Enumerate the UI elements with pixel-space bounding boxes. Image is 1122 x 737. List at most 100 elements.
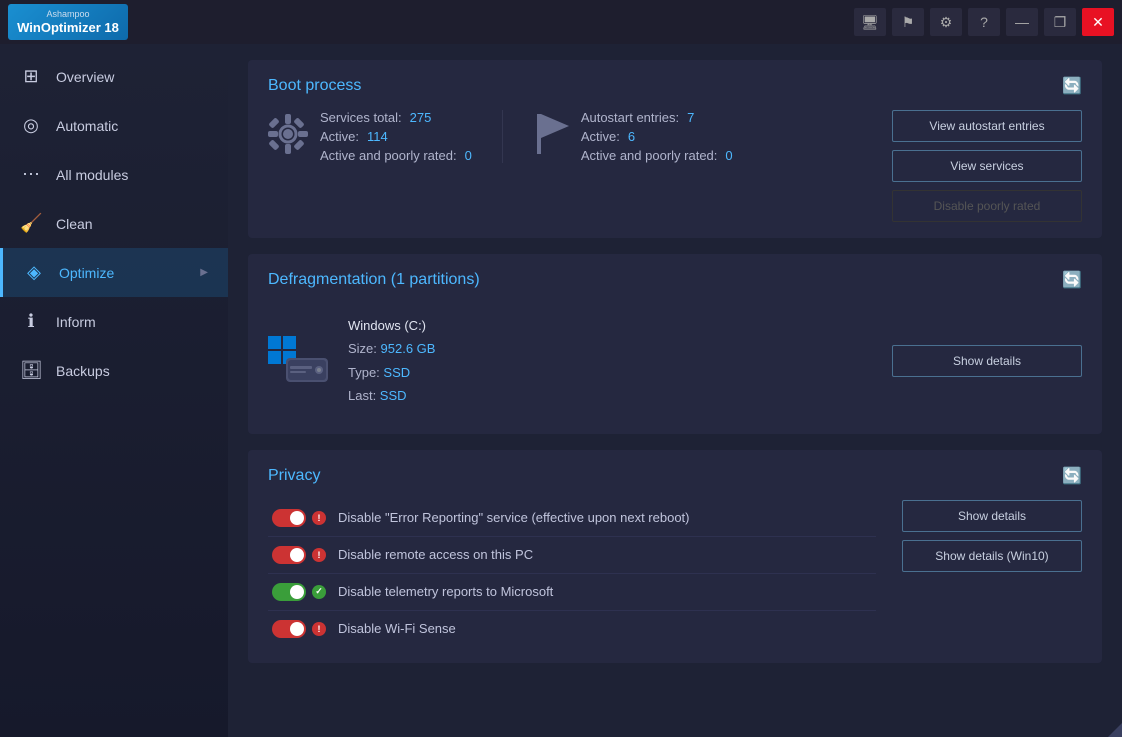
disable-poorly-button[interactable]: Disable poorly rated	[892, 190, 1082, 222]
defrag-show-details-button[interactable]: Show details	[892, 345, 1082, 377]
sidebar-label-optimize: Optimize	[59, 265, 114, 281]
services-stats: Services total: 275 Active: 114 Active a…	[320, 110, 472, 163]
autostart-entries-row: Autostart entries: 7	[581, 110, 733, 125]
privacy-header: Privacy 🔄	[268, 466, 1082, 486]
boot-process-title: Boot process	[268, 77, 361, 95]
minimize-button[interactable]: —	[1006, 8, 1038, 36]
overview-icon: ⊞	[20, 66, 42, 87]
privacy-item-wifi-sense: ! Disable Wi-Fi Sense	[268, 611, 876, 647]
privacy-refresh-icon[interactable]: 🔄	[1062, 466, 1082, 486]
privacy-items-list: ! Disable "Error Reporting" service (eff…	[268, 500, 876, 647]
wifi-sense-toggle[interactable]	[272, 620, 306, 638]
optimize-arrow-icon: ▶	[200, 267, 208, 278]
view-autostart-button[interactable]: View autostart entries	[892, 110, 1082, 142]
sidebar-item-inform[interactable]: ℹ Inform	[0, 297, 228, 346]
remote-access-toggle[interactable]	[272, 546, 306, 564]
sidebar-item-backups[interactable]: 🗄 Backups	[0, 346, 228, 395]
settings-button[interactable]: ⚙	[930, 8, 962, 36]
titlebar: Ashampoo WinOptimizer 18 🖥 ⚑ ⚙ ? — ❐ ✕	[0, 0, 1122, 44]
sidebar-item-all-modules[interactable]: ⋯ All modules	[0, 150, 228, 199]
autostart-flag-icon	[533, 114, 569, 162]
sidebar-item-optimize[interactable]: ◈ Optimize ▶	[0, 248, 228, 297]
vendor-name: Ashampoo	[46, 9, 89, 20]
services-poorly-label: Active and poorly rated:	[320, 148, 457, 163]
defrag-refresh-icon[interactable]: 🔄	[1062, 270, 1082, 290]
monitor-button[interactable]: 🖥	[854, 8, 886, 36]
autostart-entries-val: 7	[687, 110, 694, 125]
all-modules-icon: ⋯	[20, 164, 42, 185]
product-name: WinOptimizer 18	[17, 20, 119, 36]
autostart-active-label: Active:	[581, 129, 620, 144]
autostart-active-row: Active: 6	[581, 129, 733, 144]
wifi-sense-text: Disable Wi-Fi Sense	[338, 621, 872, 636]
telemetry-check-icon: ✓	[312, 585, 326, 599]
sidebar-item-clean[interactable]: 🧹 Clean	[0, 199, 228, 248]
inform-icon: ℹ	[20, 311, 42, 332]
remote-access-toggle-wrap: !	[272, 546, 326, 564]
autostart-poorly-label: Active and poorly rated:	[581, 148, 718, 163]
drive-name: Windows (C:)	[348, 314, 435, 337]
boot-process-section: Boot process 🔄	[248, 60, 1102, 238]
drive-type-row: Type: SSD	[348, 361, 435, 384]
stat-divider	[502, 110, 503, 163]
sidebar-item-overview[interactable]: ⊞ Overview	[0, 52, 228, 101]
error-reporting-toggle[interactable]	[272, 509, 306, 527]
drive-info: Windows (C:) Size: 952.6 GB Type: SSD La…	[268, 314, 435, 408]
privacy-show-details-button[interactable]: Show details	[902, 500, 1082, 532]
autostart-poorly-val: 0	[725, 148, 732, 163]
sidebar: ⊞ Overview ◎ Automatic ⋯ All modules 🧹 C…	[0, 44, 228, 737]
services-active-val: 114	[367, 129, 388, 144]
privacy-content: ! Disable "Error Reporting" service (eff…	[268, 500, 1082, 647]
defragmentation-section: Defragmentation (1 partitions) 🔄	[248, 254, 1102, 434]
optimize-icon: ◈	[23, 262, 45, 283]
sidebar-label-automatic: Automatic	[56, 118, 118, 134]
services-total-row: Services total: 275	[320, 110, 472, 125]
main-layout: ⊞ Overview ◎ Automatic ⋯ All modules 🧹 C…	[0, 44, 1122, 737]
logo-box: Ashampoo WinOptimizer 18	[8, 4, 128, 40]
privacy-item-remote-access: ! Disable remote access on this PC	[268, 537, 876, 574]
sidebar-item-automatic[interactable]: ◎ Automatic	[0, 101, 228, 150]
error-reporting-text: Disable "Error Reporting" service (effec…	[338, 510, 872, 525]
wifi-sense-warning-icon: !	[312, 622, 326, 636]
boot-buttons: View autostart entries View services Dis…	[892, 110, 1082, 222]
error-reporting-toggle-wrap: !	[272, 509, 326, 527]
privacy-show-details-win10-button[interactable]: Show details (Win10)	[902, 540, 1082, 572]
sidebar-label-all-modules: All modules	[56, 167, 128, 183]
flag-button[interactable]: ⚑	[892, 8, 924, 36]
view-services-button[interactable]: View services	[892, 150, 1082, 182]
sidebar-label-inform: Inform	[56, 314, 96, 330]
drive-size-row: Size: 952.6 GB	[348, 337, 435, 360]
privacy-section: Privacy 🔄 ! Disable "Error Reporting" se…	[248, 450, 1102, 663]
maximize-button[interactable]: ❐	[1044, 8, 1076, 36]
privacy-item-telemetry: ✓ Disable telemetry reports to Microsoft	[268, 574, 876, 611]
automatic-icon: ◎	[20, 115, 42, 136]
autostart-poorly-row: Active and poorly rated: 0	[581, 148, 733, 163]
services-active-label: Active:	[320, 129, 359, 144]
privacy-title: Privacy	[268, 467, 320, 485]
services-total-val: 275	[410, 110, 432, 125]
backups-icon: 🗄	[20, 360, 42, 381]
autostart-stats: Autostart entries: 7 Active: 6 Active an…	[581, 110, 733, 163]
defrag-content: Windows (C:) Size: 952.6 GB Type: SSD La…	[268, 304, 1082, 418]
autostart-entries-label: Autostart entries:	[581, 110, 679, 125]
telemetry-toggle[interactable]	[272, 583, 306, 601]
drive-details: Windows (C:) Size: 952.6 GB Type: SSD La…	[348, 314, 435, 408]
privacy-item-error-reporting: ! Disable "Error Reporting" service (eff…	[268, 500, 876, 537]
boot-refresh-icon[interactable]: 🔄	[1062, 76, 1082, 96]
remote-access-text: Disable remote access on this PC	[338, 547, 872, 562]
autostart-active-val: 6	[628, 129, 635, 144]
services-gear-icon	[268, 114, 308, 162]
services-active-row: Active: 114	[320, 129, 472, 144]
sidebar-label-overview: Overview	[56, 69, 114, 85]
help-button[interactable]: ?	[968, 8, 1000, 36]
privacy-buttons: Show details Show details (Win10)	[892, 500, 1082, 572]
close-button[interactable]: ✕	[1082, 8, 1114, 36]
sidebar-label-backups: Backups	[56, 363, 110, 379]
window-controls: 🖥 ⚑ ⚙ ? — ❐ ✕	[854, 8, 1114, 36]
services-stat-block: Services total: 275 Active: 114 Active a…	[268, 110, 472, 163]
telemetry-toggle-wrap: ✓	[272, 583, 326, 601]
wifi-sense-toggle-wrap: !	[272, 620, 326, 638]
telemetry-text: Disable telemetry reports to Microsoft	[338, 584, 872, 599]
services-poorly-row: Active and poorly rated: 0	[320, 148, 472, 163]
drive-icon-wrap	[268, 336, 328, 386]
